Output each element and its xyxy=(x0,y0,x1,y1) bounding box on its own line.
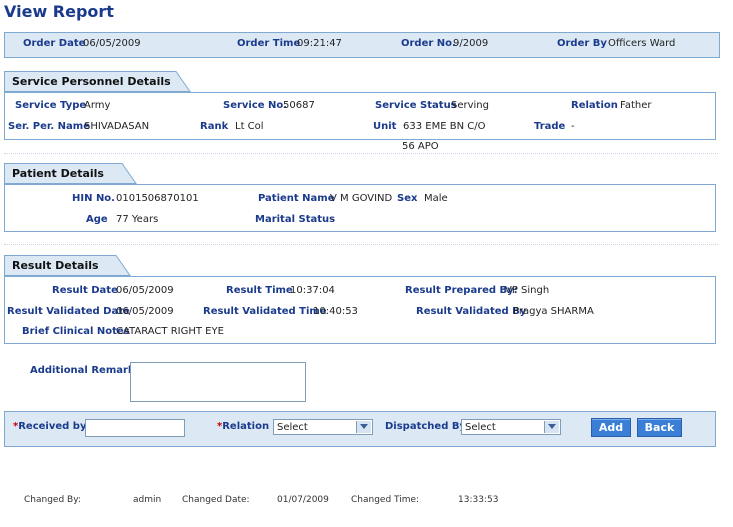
clinical-notes-label: Brief Clinical Notes xyxy=(22,326,130,337)
changed-time-label: Changed Time: xyxy=(351,495,420,505)
result-details-tab: Result Details xyxy=(4,255,139,276)
dispatched-by-select[interactable]: Select xyxy=(461,419,561,435)
service-personnel-panel: Service Type Army Service No. 50687 Serv… xyxy=(4,92,716,140)
ser-per-name-label: Ser. Per. Name xyxy=(8,121,90,132)
page-title: View Report xyxy=(4,2,114,21)
order-time-value: 09:21:47 xyxy=(297,38,342,49)
service-type-label: Service Type xyxy=(15,100,87,111)
service-personnel-tab-label: Service Personnel Details xyxy=(12,75,171,88)
result-prepared-by-label: Result Prepared By: xyxy=(405,285,518,296)
result-details-panel: Result Date 06/05/2009 Result Time 10:37… xyxy=(4,276,716,344)
result-validated-time-label: Result Validated Time xyxy=(203,306,327,317)
order-time-label: Order Time xyxy=(237,38,301,49)
patient-name-label: Patient Name xyxy=(258,193,335,204)
chevron-down-icon[interactable] xyxy=(544,421,559,433)
relation-select[interactable]: Select xyxy=(273,419,373,435)
marital-status-label: Marital Status xyxy=(255,214,336,225)
clinical-notes-value: CATARACT RIGHT EYE xyxy=(116,326,224,337)
service-personnel-tab: Service Personnel Details xyxy=(4,71,194,92)
patient-details-tab-label: Patient Details xyxy=(12,167,104,180)
result-validated-time-value: 10:40:53 xyxy=(313,306,358,317)
additional-remarks-textarea[interactable] xyxy=(130,362,306,402)
hin-no-value: 0101506870101 xyxy=(116,193,199,204)
result-date-label: Result Date xyxy=(52,285,118,296)
patient-details-tab: Patient Details xyxy=(4,163,144,184)
ser-per-name-value: SHIVADASAN xyxy=(84,121,150,132)
chevron-down-icon[interactable] xyxy=(356,421,371,433)
changed-time-value: 13:33:53 xyxy=(458,495,499,505)
sex-label: Sex xyxy=(397,193,418,204)
relation-select-label-text: Relation xyxy=(222,421,270,432)
divider xyxy=(4,244,718,245)
changed-date-label: Changed Date: xyxy=(182,495,250,505)
back-button[interactable]: Back xyxy=(637,418,682,437)
patient-details-panel: HIN No. 0101506870101 Patient Name V M G… xyxy=(4,184,716,232)
service-no-label: Service No. xyxy=(223,100,288,111)
order-date-value: 06/05/2009 xyxy=(83,38,141,49)
dispatched-by-label: Dispatched By xyxy=(385,421,466,432)
order-date-label: Order Date xyxy=(23,38,86,49)
service-status-value: Serving xyxy=(451,100,489,111)
service-status-label: Service Status xyxy=(375,100,457,111)
result-date-value: 06/05/2009 xyxy=(116,285,174,296)
changed-date-value: 01/07/2009 xyxy=(277,495,329,505)
result-validated-date-label: Result Validated Date xyxy=(7,306,130,317)
add-button[interactable]: Add xyxy=(591,418,631,437)
trade-value: - xyxy=(571,121,575,132)
dispatch-bar: *Received by *Relation Select Dispatched… xyxy=(4,411,716,447)
age-label: Age xyxy=(86,214,108,225)
patient-name-value: V M GOVIND xyxy=(330,193,393,204)
result-validated-by-label: Result Validated By xyxy=(416,306,527,317)
result-time-label: Result Time xyxy=(226,285,293,296)
order-no-value: 9/2009 xyxy=(453,38,489,49)
order-by-value: Officers Ward xyxy=(608,38,676,49)
result-validated-by-value: Pragya SHARMA xyxy=(513,306,594,317)
received-by-input[interactable] xyxy=(85,419,185,437)
result-prepared-by-value: VP Singh xyxy=(505,285,550,296)
order-no-label: Order No. xyxy=(401,38,456,49)
divider xyxy=(4,153,718,154)
order-by-label: Order By xyxy=(557,38,607,49)
marital-status-value: - xyxy=(330,214,334,225)
relation-label: Relation xyxy=(571,100,618,111)
result-validated-date-value: 06/05/2009 xyxy=(116,306,174,317)
result-details-tab-label: Result Details xyxy=(12,259,99,272)
hin-no-label: HIN No. xyxy=(72,193,115,204)
age-value: 77 Years xyxy=(116,214,159,225)
rank-value: Lt Col xyxy=(235,121,264,132)
changed-by-label: Changed By: xyxy=(24,495,81,505)
sex-value: Male xyxy=(424,193,448,204)
changed-by-value: admin xyxy=(133,495,162,505)
received-by-label-text: Received by xyxy=(18,421,87,432)
relation-value: Father xyxy=(620,100,652,111)
additional-remarks-label: Additional Remarks xyxy=(30,365,141,376)
unit-label: Unit xyxy=(373,121,397,132)
service-no-value: 50687 xyxy=(283,100,315,111)
received-by-label: *Received by xyxy=(13,421,86,432)
trade-label: Trade xyxy=(534,121,566,132)
result-time-value: 10:37:04 xyxy=(290,285,335,296)
unit-value-line2: 56 APO xyxy=(402,141,439,152)
relation-select-value: Select xyxy=(277,422,308,433)
relation-select-label: *Relation xyxy=(217,421,269,432)
unit-value-line1: 633 EME BN C/O xyxy=(403,121,486,132)
rank-label: Rank xyxy=(200,121,229,132)
order-summary-bar: Order Date 06/05/2009 Order Time 09:21:4… xyxy=(4,32,720,58)
dispatched-by-select-value: Select xyxy=(465,422,496,433)
service-type-value: Army xyxy=(84,100,111,111)
